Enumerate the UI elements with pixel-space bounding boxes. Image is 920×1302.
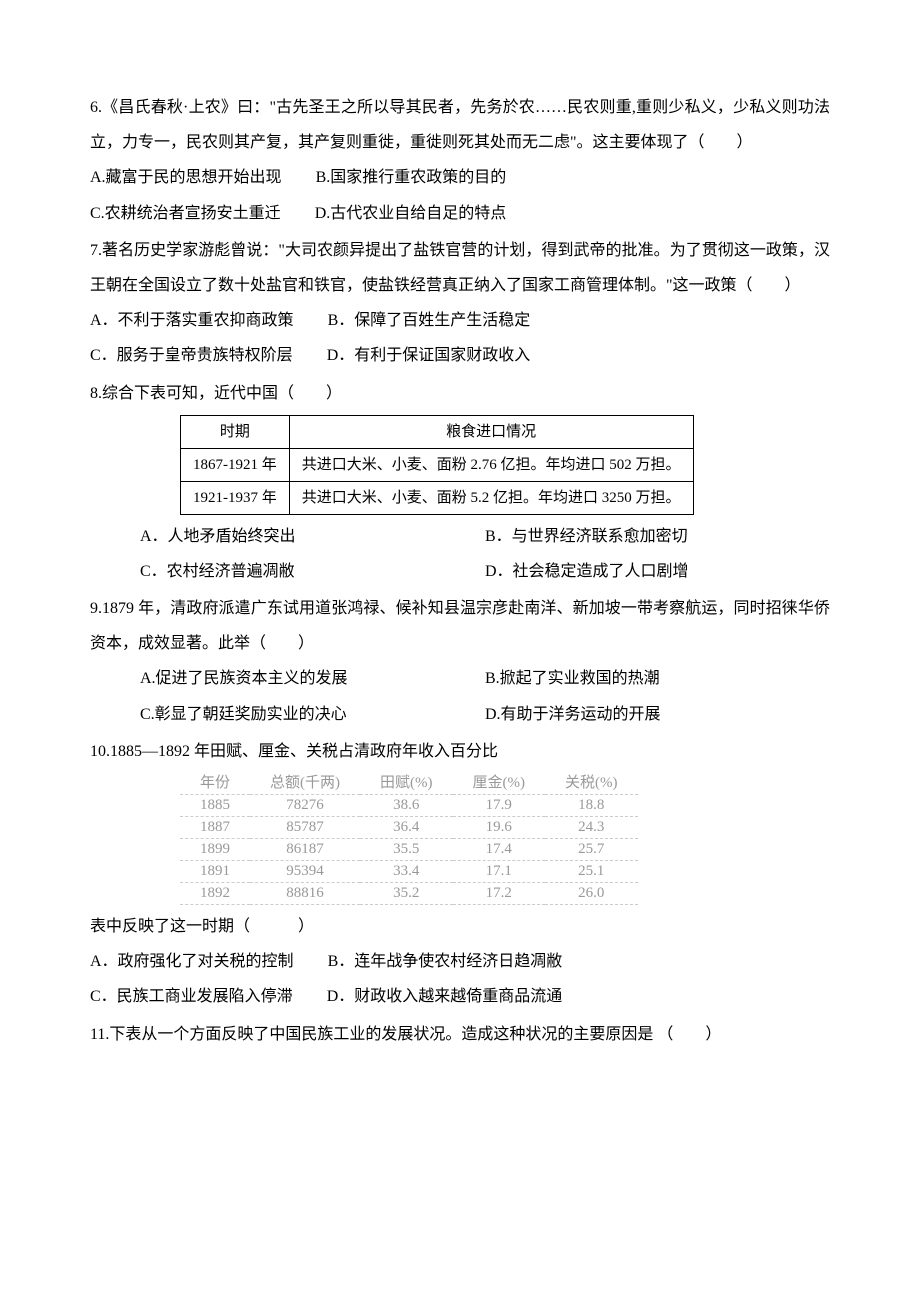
question-7: 7.著名历史学家游彪曾说："大司农颜异提出了盐铁官营的计划，得到武帝的批准。为了… [90,233,830,374]
q6-option-c[interactable]: C.农耕统治者宣扬安土重迁 [90,196,281,231]
table-row: 1899 86187 35.5 17.4 25.7 [180,839,638,861]
q10-h2: 田赋(%) [360,773,453,795]
table-row: 1891 95394 33.4 17.1 25.1 [180,861,638,883]
q9-option-a[interactable]: A.促进了民族资本主义的发展 [90,661,485,696]
q10-h0: 年份 [180,773,250,795]
cell: 36.4 [360,817,453,839]
cell: 38.6 [360,795,453,817]
table-row: 1867-1921 年 共进口大米、小麦、面粉 2.76 亿担。年均进口 502… [181,448,694,481]
q8-th-period: 时期 [181,415,290,448]
q7-option-a[interactable]: A．不利于落实重农抑商政策 [90,303,294,338]
cell: 17.2 [453,883,546,905]
cell: 78276 [250,795,360,817]
question-8: 8.综合下表可知，近代中国（ ） 时期 粮食进口情况 1867-1921 年 共… [90,376,830,590]
cell: 17.9 [453,795,546,817]
table-row: 1887 85787 36.4 19.6 24.3 [180,817,638,839]
q8-r2c2: 共进口大米、小麦、面粉 5.2 亿担。年均进口 3250 万担。 [289,481,693,514]
q8-option-d[interactable]: D．社会稳定造成了人口剧增 [485,554,830,589]
cell: 1892 [180,883,250,905]
question-10-tail: 表中反映了这一时期（ ） [90,909,830,944]
cell: 17.1 [453,861,546,883]
q9-option-d[interactable]: D.有助于洋务运动的开展 [485,697,830,732]
cell: 86187 [250,839,360,861]
q8-r1c1: 1867-1921 年 [181,448,290,481]
q8-th-import: 粮食进口情况 [289,415,693,448]
cell: 19.6 [453,817,546,839]
cell: 1891 [180,861,250,883]
q6-option-a[interactable]: A.藏富于民的思想开始出现 [90,160,282,195]
table-row: 1921-1937 年 共进口大米、小麦、面粉 5.2 亿担。年均进口 3250… [181,481,694,514]
cell: 88816 [250,883,360,905]
q10-option-b[interactable]: B．连年战争使农村经济日趋凋敝 [328,944,563,979]
cell: 1885 [180,795,250,817]
q6-option-d[interactable]: D.古代农业自给自足的特点 [315,196,507,231]
cell: 25.1 [545,861,638,883]
q8-table: 时期 粮食进口情况 1867-1921 年 共进口大米、小麦、面粉 2.76 亿… [180,415,694,515]
cell: 1899 [180,839,250,861]
q8-r1c2: 共进口大米、小麦、面粉 2.76 亿担。年均进口 502 万担。 [289,448,693,481]
q6-option-b[interactable]: B.国家推行重农政策的目的 [316,160,507,195]
table-row: 年份 总额(千两) 田赋(%) 厘金(%) 关税(%) [180,773,638,795]
cell: 18.8 [545,795,638,817]
question-8-text: 8.综合下表可知，近代中国（ ） [90,376,830,411]
q10-option-d[interactable]: D．财政收入越来越倚重商品流通 [327,979,563,1014]
q7-option-d[interactable]: D．有利于保证国家财政收入 [327,338,531,373]
q8-option-c[interactable]: C．农村经济普遍凋敝 [90,554,485,589]
cell: 25.7 [545,839,638,861]
cell: 35.2 [360,883,453,905]
cell: 24.3 [545,817,638,839]
q10-h4: 关税(%) [545,773,638,795]
cell: 85787 [250,817,360,839]
question-7-text: 7.著名历史学家游彪曾说："大司农颜异提出了盐铁官营的计划，得到武帝的批准。为了… [90,233,830,303]
cell: 26.0 [545,883,638,905]
cell: 33.4 [360,861,453,883]
q8-r2c1: 1921-1937 年 [181,481,290,514]
q9-option-b[interactable]: B.掀起了实业救国的热潮 [485,661,830,696]
cell: 95394 [250,861,360,883]
question-10-text: 10.1885—1892 年田赋、厘金、关税占清政府年收入百分比 [90,734,830,769]
question-11-text: 11.下表从一个方面反映了中国民族工业的发展状况。造成这种状况的主要原因是 （ … [90,1017,830,1052]
cell: 1887 [180,817,250,839]
table-row: 1885 78276 38.6 17.9 18.8 [180,795,638,817]
cell: 17.4 [453,839,546,861]
q10-h3: 厘金(%) [453,773,546,795]
question-10: 10.1885—1892 年田赋、厘金、关税占清政府年收入百分比 年份 总额(千… [90,734,830,1015]
question-6: 6.《昌氏春秋·上农》曰："古先圣王之所以导其民者，先务於农……民农则重,重则少… [90,90,830,231]
question-11: 11.下表从一个方面反映了中国民族工业的发展状况。造成这种状况的主要原因是 （ … [90,1017,830,1052]
q8-option-b[interactable]: B．与世界经济联系愈加密切 [485,519,830,554]
cell: 35.5 [360,839,453,861]
table-row: 1892 88816 35.2 17.2 26.0 [180,883,638,905]
question-6-text: 6.《昌氏春秋·上农》曰："古先圣王之所以导其民者，先务於农……民农则重,重则少… [90,90,830,160]
question-9-text: 9.1879 年，清政府派遣广东试用道张鸿禄、候补知县温宗彦赴南洋、新加坡一带考… [90,591,830,661]
question-9: 9.1879 年，清政府派遣广东试用道张鸿禄、候补知县温宗彦赴南洋、新加坡一带考… [90,591,830,732]
q10-h1: 总额(千两) [250,773,360,795]
q7-option-c[interactable]: C．服务于皇帝贵族特权阶层 [90,338,293,373]
q9-option-c[interactable]: C.彰显了朝廷奖励实业的决心 [90,697,485,732]
q10-option-a[interactable]: A．政府强化了对关税的控制 [90,944,294,979]
table-row: 时期 粮食进口情况 [181,415,694,448]
q8-option-a[interactable]: A．人地矛盾始终突出 [90,519,485,554]
q10-option-c[interactable]: C．民族工商业发展陷入停滞 [90,979,293,1014]
q10-table: 年份 总额(千两) 田赋(%) 厘金(%) 关税(%) 1885 78276 3… [180,773,638,905]
q7-option-b[interactable]: B．保障了百姓生产生活稳定 [328,303,531,338]
